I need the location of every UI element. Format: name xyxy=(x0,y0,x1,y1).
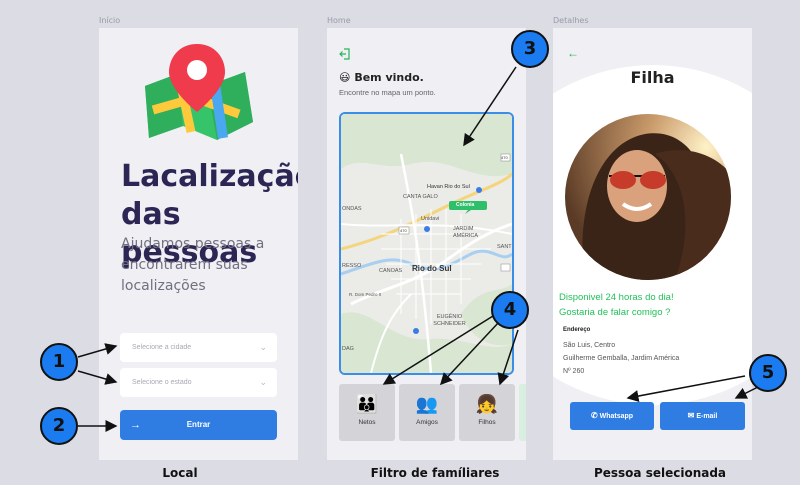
callout-5: 5 xyxy=(749,354,787,392)
annotation-arrows xyxy=(77,66,763,432)
callout-3: 3 xyxy=(511,30,549,68)
callout-2: 2 xyxy=(40,407,78,445)
callout-1: 1 xyxy=(40,343,78,381)
callout-4: 4 xyxy=(491,291,529,329)
